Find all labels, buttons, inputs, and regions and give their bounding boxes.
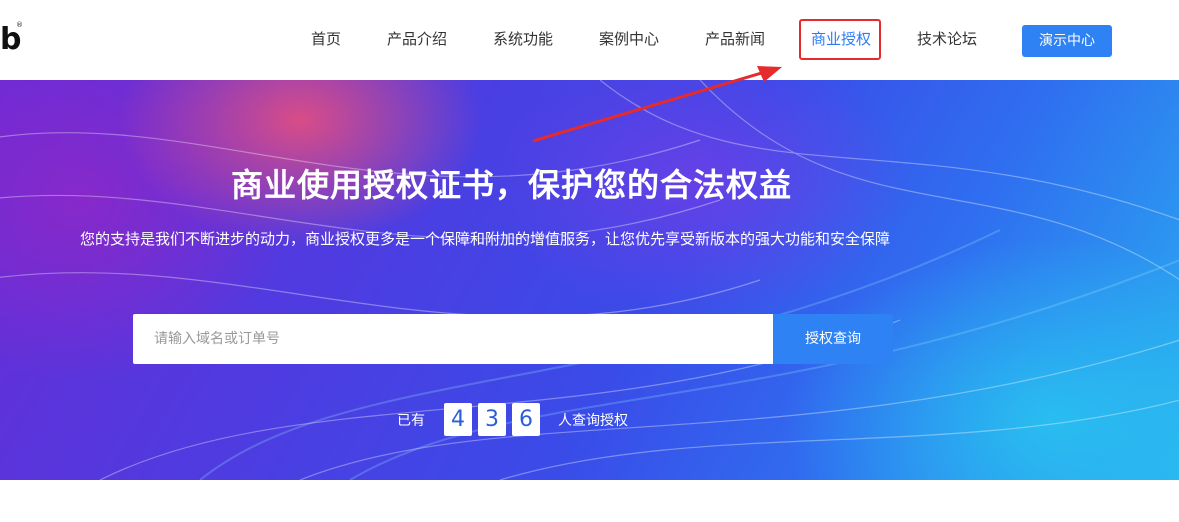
counter-digit: 3 (478, 403, 506, 436)
counter-prefix: 已有 (397, 413, 425, 429)
registered-mark: ® (16, 21, 23, 29)
nav-item-system-features[interactable]: 系统功能 (493, 29, 553, 49)
nav-item-home[interactable]: 首页 (311, 29, 341, 49)
query-counter: 已有 4 3 6 人查询授权 (0, 403, 1179, 439)
nav-item-product-intro[interactable]: 产品介绍 (387, 29, 447, 49)
nav-item-case-center[interactable]: 案例中心 (599, 29, 659, 49)
hero-banner: 商业使用授权证书，保护您的合法权益 您的支持是我们不断进步的动力，商业授权更多是… (0, 80, 1179, 480)
demo-center-button[interactable]: 演示中心 (1022, 25, 1112, 57)
license-search-input[interactable] (133, 314, 754, 364)
hero-title: 商业使用授权证书，保护您的合法权益 (230, 166, 792, 204)
counter-digit: 6 (512, 403, 540, 436)
nav-item-tech-forum[interactable]: 技术论坛 (917, 29, 977, 49)
nav-item-product-news[interactable]: 产品新闻 (705, 29, 765, 49)
counter-suffix: 人查询授权 (558, 413, 628, 429)
site-header: b ® 首页 产品介绍 系统功能 案例中心 产品新闻 商业授权 技术论坛 演示中… (0, 0, 1179, 80)
hero-subtitle: 您的支持是我们不断进步的动力，商业授权更多是一个保障和附加的增值服务，让您优先享… (80, 230, 891, 248)
license-query-button[interactable]: 授权查询 (773, 314, 893, 364)
search-box (133, 314, 773, 364)
counter-digit: 4 (444, 403, 472, 436)
nav-highlight-box (799, 19, 881, 60)
